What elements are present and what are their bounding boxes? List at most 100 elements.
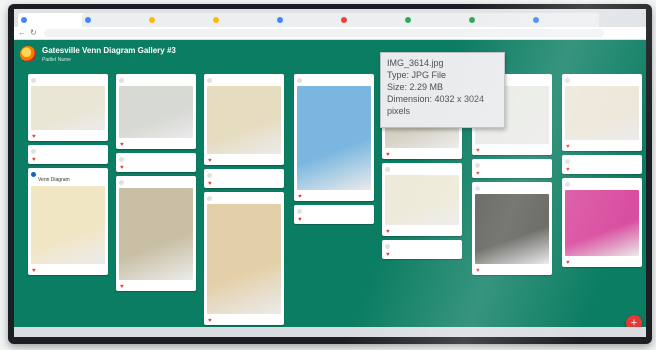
post-card[interactable]: Venn Diagram ♥ — [28, 168, 108, 275]
like-icon[interactable]: ♥ — [386, 252, 390, 258]
post-image[interactable] — [207, 204, 281, 314]
post-header — [294, 205, 374, 215]
post-card[interactable]: ♥ — [116, 153, 196, 172]
post-card[interactable]: ♥ — [116, 74, 196, 149]
browser-tab[interactable] — [466, 13, 535, 27]
post-card[interactable]: ♥ — [204, 169, 284, 188]
post-card[interactable]: ♥ — [28, 145, 108, 164]
post-footer: ♥ — [294, 215, 374, 224]
like-icon[interactable]: ♥ — [120, 142, 124, 148]
browser-tab[interactable] — [18, 13, 87, 27]
reload-icon[interactable]: ↻ — [30, 28, 37, 37]
post-footer: ♥ — [472, 266, 552, 275]
browser-tab[interactable] — [338, 13, 407, 27]
browser-tab[interactable] — [210, 13, 279, 27]
post-author — [214, 172, 280, 178]
post-image[interactable] — [31, 186, 105, 264]
post-author — [126, 77, 192, 83]
tab-favicon-icon — [213, 17, 219, 23]
post-image[interactable] — [475, 194, 549, 264]
url-input[interactable] — [44, 29, 604, 37]
post-header — [204, 192, 284, 202]
browser-tab[interactable] — [82, 13, 151, 27]
avatar — [565, 78, 570, 83]
post-author — [482, 162, 548, 168]
post-image[interactable] — [297, 86, 371, 190]
post-image[interactable] — [119, 86, 193, 138]
post-author — [392, 243, 458, 249]
post-card[interactable]: ♥ — [562, 74, 642, 151]
post-author — [572, 181, 638, 187]
post-author — [126, 156, 192, 162]
like-icon[interactable]: ♥ — [386, 229, 390, 235]
like-icon[interactable]: ♥ — [298, 194, 302, 200]
tab-favicon-icon — [341, 17, 347, 23]
board-title: Gatesville Venn Diagram Gallery #3 — [42, 46, 176, 55]
post-header — [204, 169, 284, 179]
tab-favicon-icon — [21, 17, 27, 23]
post-card[interactable]: ♥ — [294, 205, 374, 224]
tab-favicon-icon — [149, 17, 155, 23]
post-author — [392, 166, 458, 172]
post-image[interactable] — [565, 86, 639, 140]
post-footer: ♥ — [382, 227, 462, 236]
like-icon[interactable]: ♥ — [566, 167, 570, 173]
board-subtitle: Padlet Name — [42, 57, 71, 63]
like-icon[interactable]: ♥ — [208, 181, 212, 187]
post-card[interactable]: ♥ — [28, 74, 108, 141]
app-header: Gatesville Venn Diagram Gallery #3 Padle… — [14, 40, 646, 70]
like-icon[interactable]: ♥ — [386, 152, 390, 158]
post-title: Venn Diagram — [38, 177, 70, 183]
like-icon[interactable]: ♥ — [32, 157, 36, 163]
like-icon[interactable]: ♥ — [566, 144, 570, 150]
like-icon[interactable]: ♥ — [566, 260, 570, 266]
like-icon[interactable]: ♥ — [120, 284, 124, 290]
browser-tab[interactable] — [530, 13, 599, 27]
post-image[interactable] — [565, 190, 639, 256]
browser-tab[interactable] — [402, 13, 471, 27]
tab-favicon-icon — [533, 17, 539, 23]
post-image[interactable] — [385, 175, 459, 225]
post-card[interactable]: ♥ — [294, 74, 374, 201]
tooltip-file-name: IMG_3614.jpg — [387, 58, 444, 68]
like-icon[interactable]: ♥ — [208, 158, 212, 164]
post-card[interactable]: ♥ — [382, 240, 462, 259]
post-header — [562, 178, 642, 188]
like-icon[interactable]: ♥ — [476, 268, 480, 274]
post-author — [304, 77, 370, 83]
browser-tab[interactable] — [274, 13, 343, 27]
post-image[interactable] — [207, 86, 281, 154]
post-card[interactable]: ♥ — [472, 159, 552, 178]
post-header — [294, 74, 374, 84]
like-icon[interactable]: ♥ — [476, 148, 480, 154]
post-footer: ♥ — [28, 155, 108, 164]
avatar — [475, 186, 480, 191]
like-icon[interactable]: ♥ — [32, 268, 36, 274]
tooltip-dimension-unit: pixels — [387, 106, 411, 116]
post-image[interactable] — [119, 188, 193, 280]
like-icon[interactable]: ♥ — [298, 217, 302, 223]
tooltip-file-size: Size: 2.29 MB — [387, 82, 444, 92]
post-footer: ♥ — [472, 169, 552, 178]
avatar — [207, 78, 212, 83]
post-header — [28, 74, 108, 84]
padlet-logo-icon[interactable] — [20, 46, 36, 62]
like-icon[interactable]: ♥ — [120, 165, 124, 171]
like-icon[interactable]: ♥ — [32, 134, 36, 140]
post-card[interactable]: ♥ — [116, 176, 196, 291]
back-icon[interactable]: ← — [18, 28, 26, 37]
avatar — [31, 149, 36, 154]
post-card[interactable]: ♥ — [562, 155, 642, 174]
like-icon[interactable]: ♥ — [208, 318, 212, 324]
post-header — [116, 74, 196, 84]
post-image[interactable] — [31, 86, 105, 130]
like-icon[interactable]: ♥ — [476, 171, 480, 177]
post-card[interactable]: ♥ — [204, 74, 284, 165]
post-footer: ♥ — [382, 150, 462, 159]
board-column: ♥ ♥ — [294, 74, 374, 228]
post-card[interactable]: ♥ — [382, 163, 462, 236]
post-card[interactable]: ♥ — [562, 178, 642, 267]
browser-tab[interactable] — [146, 13, 215, 27]
post-card[interactable]: ♥ — [204, 192, 284, 325]
post-card[interactable]: ♥ — [472, 182, 552, 275]
